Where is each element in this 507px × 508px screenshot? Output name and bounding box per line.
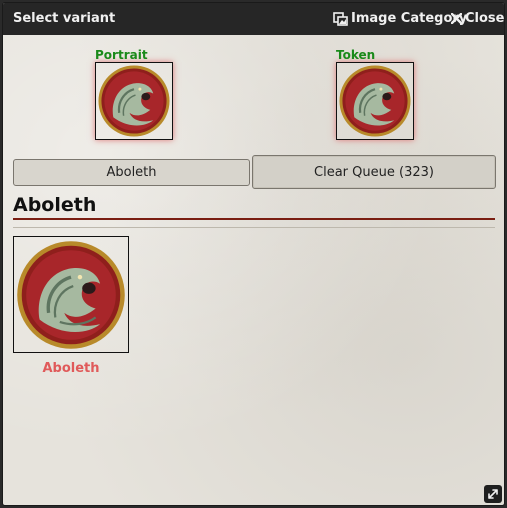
aboleth-portrait-icon — [98, 65, 170, 137]
aboleth-token-icon — [17, 240, 125, 349]
section-subdivider — [13, 227, 495, 228]
token-label: Token — [336, 48, 376, 62]
close-icon — [451, 13, 462, 24]
section-title: Aboleth — [13, 194, 97, 216]
window-titlebar[interactable]: Select variant Image Category Close — [3, 3, 504, 35]
token-slot: Token — [336, 48, 414, 140]
image-category-icon — [333, 11, 348, 26]
resize-handle[interactable] — [484, 485, 502, 503]
portrait-thumbnail[interactable] — [95, 62, 173, 140]
variant-thumbnail[interactable] — [13, 236, 129, 353]
image-category-button[interactable]: Image Category — [333, 11, 467, 26]
portrait-slot: Portrait — [95, 48, 173, 140]
variant-card[interactable]: Aboleth — [13, 236, 129, 376]
image-category-label: Image Category — [351, 11, 468, 26]
portrait-label: Portrait — [95, 48, 148, 62]
resize-icon — [487, 485, 499, 504]
token-thumbnail[interactable] — [336, 62, 414, 140]
aboleth-token-icon — [339, 65, 411, 137]
variant-label: Aboleth — [42, 361, 100, 376]
window-title: Select variant — [13, 11, 116, 26]
clear-queue-button[interactable]: Clear Queue (323) — [252, 155, 496, 189]
select-variant-window: Select variant Image Category Close Port… — [2, 2, 505, 506]
section-divider — [13, 218, 495, 220]
close-button[interactable]: Close — [451, 11, 504, 26]
aboleth-button[interactable]: Aboleth — [13, 159, 250, 186]
close-label: Close — [465, 11, 505, 26]
